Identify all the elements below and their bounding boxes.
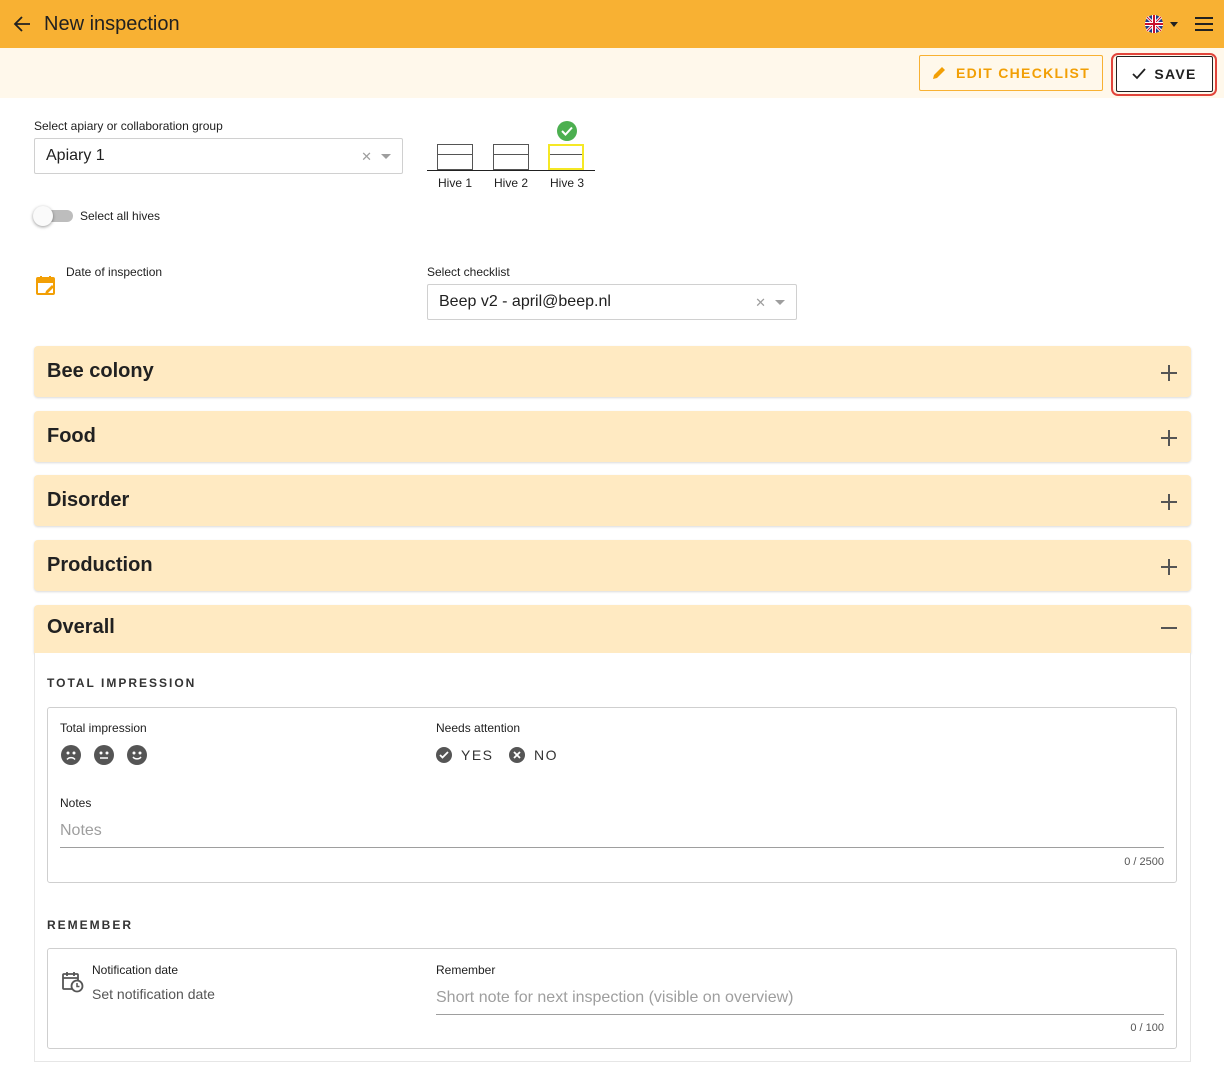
date-of-inspection-label: Date of inspection xyxy=(66,265,163,279)
select-all-hives-toggle[interactable] xyxy=(33,206,73,226)
calendar-edit-icon[interactable] xyxy=(36,275,58,297)
notes-label: Notes xyxy=(60,796,92,810)
toggle-thumb xyxy=(33,206,53,226)
hamburger-menu-icon xyxy=(1195,17,1213,31)
page-title: New inspection xyxy=(44,13,180,35)
apiary-select[interactable]: Apiary 1 ✕ xyxy=(34,138,403,174)
section-overall[interactable]: Overall xyxy=(34,605,1191,653)
notes-counter: 0 / 2500 xyxy=(1124,856,1164,868)
apiary-select-value: Apiary 1 xyxy=(46,147,105,164)
section-title: Bee colony xyxy=(47,360,154,382)
notification-date-label: Notification date xyxy=(92,963,179,977)
pencil-icon xyxy=(932,67,945,79)
back-button[interactable] xyxy=(10,12,34,36)
section-disorder[interactable]: Disorder xyxy=(34,475,1191,526)
total-impression-heading: TOTAL IMPRESSION xyxy=(47,676,197,690)
edit-checklist-label: EDIT CHECKLIST xyxy=(955,65,1091,81)
section-title: Production xyxy=(47,554,153,576)
remember-input[interactable]: Short note for next inspection (visible … xyxy=(436,989,1164,1015)
caret-down-icon xyxy=(1170,22,1178,27)
section-title: Disorder xyxy=(47,489,130,511)
hive-2[interactable] xyxy=(493,144,529,172)
plus-icon xyxy=(1161,365,1177,381)
calendar-clock-icon[interactable] xyxy=(62,971,84,993)
checklist-select-value: Beep v2 - april@beep.nl xyxy=(439,293,611,310)
hives-baseline xyxy=(427,170,595,171)
hive-3[interactable] xyxy=(548,144,584,172)
menu-button[interactable] xyxy=(1192,12,1216,36)
notification-date-input[interactable]: Set notification date xyxy=(92,986,215,1002)
checklist-select-label: Select checklist xyxy=(427,265,510,279)
hive-icon xyxy=(437,144,473,170)
clear-icon[interactable]: ✕ xyxy=(361,149,372,165)
section-production[interactable]: Production xyxy=(34,540,1191,591)
no-label: NO xyxy=(534,747,558,763)
plus-icon xyxy=(1161,559,1177,575)
apiary-select-label: Select apiary or collaboration group xyxy=(34,119,223,133)
chevron-down-icon[interactable] xyxy=(381,154,391,159)
check-circle-icon xyxy=(557,121,577,141)
hive-label: Hive 1 xyxy=(437,176,472,190)
needs-attention-yes[interactable]: YES xyxy=(436,747,494,763)
sad-face-icon[interactable] xyxy=(61,745,81,765)
section-title: Overall xyxy=(47,616,115,638)
notes-input[interactable]: Notes xyxy=(60,822,1164,848)
arrow-left-icon xyxy=(13,16,30,32)
clear-icon[interactable]: ✕ xyxy=(755,295,766,311)
neutral-face-icon[interactable] xyxy=(94,745,114,765)
needs-attention-no[interactable]: NO xyxy=(509,747,558,763)
hive-label: Hive 2 xyxy=(493,176,528,190)
needs-attention-label: Needs attention xyxy=(436,721,521,735)
uk-flag-icon xyxy=(1145,15,1163,33)
checklist-select[interactable]: Beep v2 - april@beep.nl ✕ xyxy=(427,284,797,320)
remember-label: Remember xyxy=(436,963,496,977)
x-circle-icon xyxy=(509,747,525,763)
hive-icon xyxy=(548,144,584,170)
remember-heading: REMEMBER xyxy=(47,918,134,932)
check-circle-icon xyxy=(436,747,452,763)
action-toolbar: EDIT CHECKLIST xyxy=(0,48,1224,98)
check-icon xyxy=(1132,68,1147,80)
hive-label: Hive 3 xyxy=(549,176,584,190)
plus-icon xyxy=(1161,430,1177,446)
plus-icon xyxy=(1161,494,1177,510)
language-selector[interactable] xyxy=(1144,12,1184,36)
edit-checklist-button[interactable]: EDIT CHECKLIST xyxy=(919,55,1103,91)
select-all-hives-label: Select all hives xyxy=(80,209,161,223)
hive-icon xyxy=(493,144,529,170)
section-title: Food xyxy=(47,425,96,447)
save-label: SAVE xyxy=(1154,66,1197,82)
section-food[interactable]: Food xyxy=(34,411,1191,462)
app-bar: New inspection xyxy=(0,0,1224,48)
save-button[interactable]: SAVE xyxy=(1116,56,1213,92)
remember-counter: 0 / 100 xyxy=(1130,1022,1164,1034)
chevron-down-icon[interactable] xyxy=(775,300,785,305)
section-bee-colony[interactable]: Bee colony xyxy=(34,346,1191,397)
happy-face-icon[interactable] xyxy=(127,745,147,765)
total-impression-card xyxy=(47,707,1177,883)
minus-icon xyxy=(1161,620,1177,636)
hive-1[interactable] xyxy=(437,144,473,172)
yes-label: YES xyxy=(461,747,494,763)
total-impression-label: Total impression xyxy=(60,721,147,735)
